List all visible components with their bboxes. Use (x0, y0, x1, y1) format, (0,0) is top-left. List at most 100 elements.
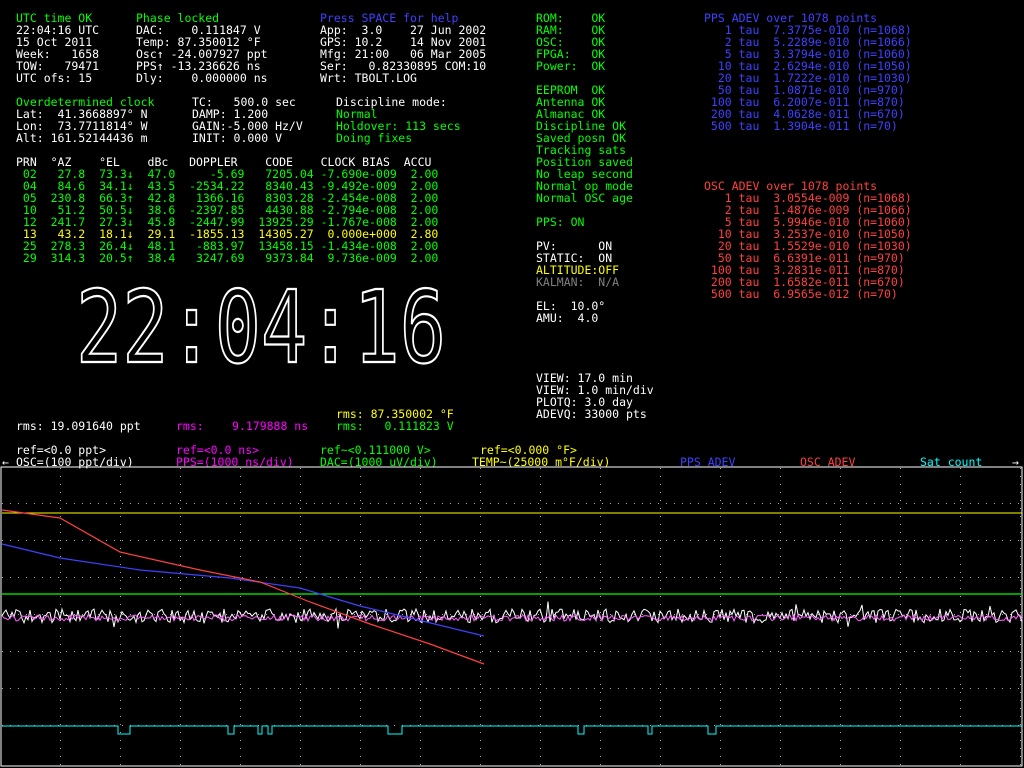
grid-dot (600, 764, 601, 765)
grid-dot (306, 577, 307, 578)
grid-dot (682, 651, 683, 652)
grid-dot (850, 614, 851, 615)
grid-dot (186, 688, 187, 689)
grid-dot (720, 660, 721, 661)
grid-dot (946, 577, 947, 578)
grid-dot (240, 740, 241, 741)
grid-dot (60, 516, 61, 517)
plot-area[interactable] (0, 466, 1024, 768)
grid-dot (900, 676, 901, 677)
grid-dot (1020, 508, 1021, 509)
grid-dot (442, 540, 443, 541)
grid-dot (370, 651, 371, 652)
grid-dot (900, 556, 901, 557)
grid-dot (122, 688, 123, 689)
grid-dot (180, 500, 181, 501)
adev-row: 500 tau 6.9565e-012 (n=70) (704, 287, 898, 301)
grid-dot (1010, 577, 1011, 578)
grid-dot (960, 468, 961, 469)
grid-dot (120, 700, 121, 701)
grid-dot (338, 577, 339, 578)
grid-dot (482, 614, 483, 615)
grid-dot (2, 503, 3, 504)
grid-dot (410, 540, 411, 541)
grid-dot (960, 732, 961, 733)
grid-dot (720, 628, 721, 629)
grid-dot (120, 604, 121, 605)
grid-dot (602, 688, 603, 689)
grid-dot (826, 651, 827, 652)
grid-dot (660, 708, 661, 709)
grid-dot (1020, 660, 1021, 661)
grid-dot (480, 572, 481, 573)
grid-dot (660, 516, 661, 517)
grid-dot (720, 644, 721, 645)
grid-dot (506, 688, 507, 689)
grid-dot (120, 748, 121, 749)
grid-dot (386, 651, 387, 652)
grid-dot (346, 577, 347, 578)
grid-dot (1018, 688, 1019, 689)
grid-dot (770, 540, 771, 541)
grid-dot (474, 503, 475, 504)
grid-dot (122, 540, 123, 541)
grid-dot (202, 540, 203, 541)
grid-dot (186, 540, 187, 541)
grid-dot (538, 614, 539, 615)
grid-dot (530, 540, 531, 541)
grid-dot (300, 764, 301, 765)
grid-dot (618, 651, 619, 652)
grid-dot (498, 651, 499, 652)
grid-dot (434, 503, 435, 504)
grid-dot (960, 580, 961, 581)
grid-dot (906, 540, 907, 541)
grid-dot (300, 492, 301, 493)
grid-dot (720, 508, 721, 509)
grid-dot (82, 577, 83, 578)
grid-dot (370, 614, 371, 615)
grid-dot (720, 708, 721, 709)
grid-dot (810, 651, 811, 652)
rms-pps-label: rms: (176, 419, 204, 433)
grid-dot (60, 652, 61, 653)
grid-dot (900, 588, 901, 589)
grid-dot (218, 540, 219, 541)
adev-row: 500 tau 1.3904e-011 (n=70) (704, 119, 898, 133)
grid-dot (600, 700, 601, 701)
grid-dot (1010, 540, 1011, 541)
grid-dot (434, 651, 435, 652)
grid-dot (202, 651, 203, 652)
grid-dot (18, 577, 19, 578)
grid-dot (960, 644, 961, 645)
grid-dot (300, 748, 301, 749)
grid-dot (970, 688, 971, 689)
grid-dot (554, 540, 555, 541)
grid-dot (402, 577, 403, 578)
grid-dot (180, 596, 181, 597)
grid-dot (420, 556, 421, 557)
grid-dot (360, 636, 361, 637)
grid-dot (922, 503, 923, 504)
grid-dot (180, 516, 181, 517)
grid-dot (720, 756, 721, 757)
grid-dot (498, 688, 499, 689)
grid-dot (594, 688, 595, 689)
grid-dot (122, 503, 123, 504)
grid-dot (420, 748, 421, 749)
grid-dot (930, 503, 931, 504)
grid-dot (34, 688, 35, 689)
grid-dot (522, 651, 523, 652)
grid-dot (120, 668, 121, 669)
grid-dot (138, 503, 139, 504)
grid-dot (300, 500, 301, 501)
grid-dot (60, 604, 61, 605)
grid-dot (226, 503, 227, 504)
grid-dot (300, 612, 301, 613)
grid-dot (540, 716, 541, 717)
grid-dot (540, 748, 541, 749)
grid-dot (874, 688, 875, 689)
grid-dot (120, 484, 121, 485)
grid-dot (954, 503, 955, 504)
grid-dot (300, 756, 301, 757)
grid-dot (586, 503, 587, 504)
